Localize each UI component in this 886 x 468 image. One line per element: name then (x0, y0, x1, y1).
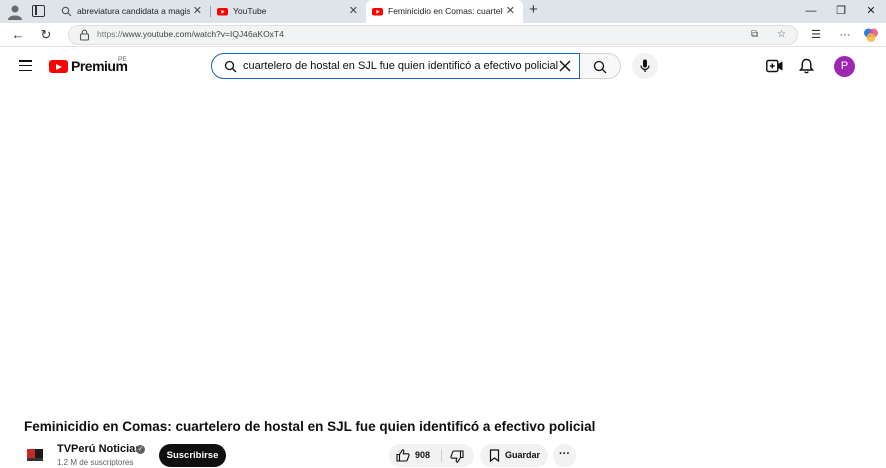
browser-tab[interactable]: abreviatura candidata a magis - B ✕ (55, 0, 210, 23)
more-actions-button[interactable]: ··· (553, 444, 576, 467)
minimize-icon[interactable]: — (796, 0, 826, 23)
tab-title: YouTube (233, 6, 267, 16)
microphone-icon (640, 59, 650, 72)
thumbs-up-icon (396, 449, 410, 462)
window-close-icon[interactable]: ✕ (856, 0, 886, 23)
favorites-icon[interactable]: ☰ (807, 26, 825, 44)
address-bar[interactable]: https://www.youtube.com/watch?v=IQJ46aKO… (68, 25, 798, 45)
close-icon[interactable]: ✕ (349, 0, 358, 23)
browser-tab[interactable]: YouTube ✕ (211, 0, 366, 23)
like-dislike-group: 908 (389, 444, 474, 467)
youtube-icon (372, 8, 383, 16)
new-tab-button[interactable]: + (529, 1, 538, 18)
refresh-icon[interactable]: ↻ (38, 27, 54, 43)
menu-icon[interactable] (19, 60, 32, 72)
close-icon[interactable]: ✕ (506, 0, 515, 23)
subscribe-button[interactable]: Suscribirse (159, 444, 226, 467)
tab-title: abreviatura candidata a magis - B (77, 6, 190, 16)
verified-badge-icon: ✓ (136, 445, 145, 454)
profile-icon[interactable] (6, 3, 24, 21)
create-video-icon[interactable] (766, 59, 783, 73)
url-text: https://www.youtube.com/watch?v=IQJ46aKO… (97, 29, 284, 39)
search-icon (61, 6, 72, 17)
favorite-star-icon[interactable]: ☆ (777, 29, 786, 40)
search-button[interactable] (580, 53, 621, 79)
open-in-app-icon[interactable]: ⧉ (751, 29, 758, 40)
clear-search-icon[interactable] (557, 58, 573, 74)
voice-search-button[interactable] (632, 53, 658, 79)
like-count: 908 (415, 450, 431, 460)
youtube-icon (217, 8, 228, 16)
search-icon (593, 60, 607, 74)
notifications-bell-icon[interactable] (799, 58, 814, 74)
search-icon (224, 60, 237, 73)
dislike-button[interactable] (442, 444, 474, 467)
avatar[interactable]: P (834, 56, 855, 77)
search-input[interactable]: cuartelero de hostal en SJL fue quien id… (211, 53, 580, 79)
search-query: cuartelero de hostal en SJL fue quien id… (243, 60, 559, 72)
channel-name[interactable]: TVPerú Noticias (57, 443, 141, 455)
tab-actions-icon[interactable] (32, 5, 45, 17)
restore-icon[interactable]: ❐ (826, 0, 856, 23)
video-title: Feminicidio en Comas: cuartelero de host… (24, 419, 596, 434)
lock-icon[interactable] (79, 29, 90, 41)
copilot-icon[interactable] (862, 26, 880, 44)
like-button[interactable]: 908 (389, 444, 441, 467)
subscriber-count: 1.2 M de suscriptores (57, 458, 134, 467)
bookmark-icon (489, 449, 500, 462)
save-button[interactable]: Guardar (480, 444, 548, 467)
browser-toolbar: ← ↻ https://www.youtube.com/watch?v=IQJ4… (0, 23, 886, 47)
region-code: PE (118, 56, 127, 63)
thumbs-down-icon (450, 450, 464, 463)
browser-tab-strip: abreviatura candidata a magis - B ✕ YouT… (0, 0, 886, 23)
tab-title: Feminicidio en Comas: cuartelero de (388, 6, 503, 16)
close-icon[interactable]: ✕ (193, 0, 202, 23)
youtube-header: Premium PE cuartelero de hostal en SJL f… (0, 47, 886, 87)
channel-avatar[interactable] (23, 444, 47, 468)
more-options-icon[interactable]: ··· (836, 26, 854, 44)
browser-tab-active[interactable]: Feminicidio en Comas: cuartelero de ✕ (366, 0, 523, 23)
youtube-play-icon (49, 60, 68, 73)
back-icon[interactable]: ← (10, 27, 26, 43)
save-label: Guardar (505, 450, 541, 460)
video-player[interactable] (0, 87, 886, 407)
